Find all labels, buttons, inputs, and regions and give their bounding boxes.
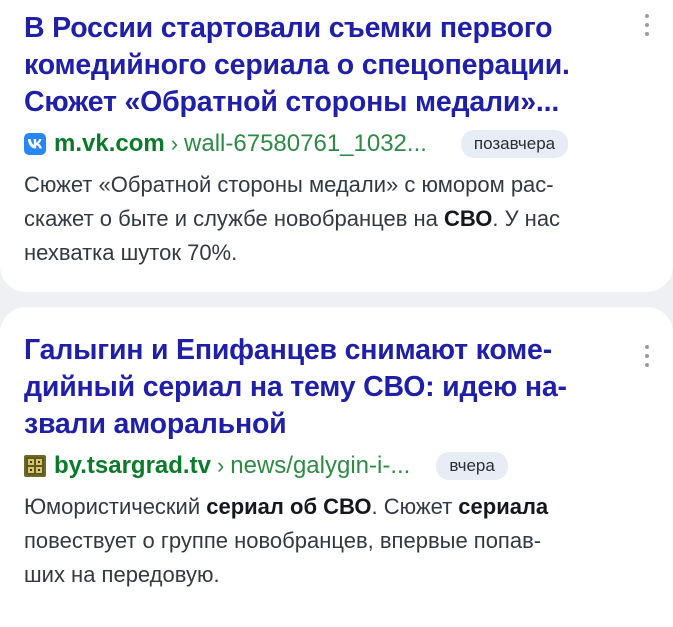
result-title-line: звали аморальной	[24, 408, 287, 440]
result-url-path[interactable]: news/galygin-i-...	[230, 452, 410, 480]
tsargrad-logo-icon	[24, 455, 46, 477]
result-domain-link[interactable]: by.tsargrad.tv	[54, 452, 211, 480]
date-badge: вчера	[436, 452, 508, 480]
more-options-icon[interactable]	[643, 345, 651, 367]
snippet-highlight: сериал об СВО	[206, 494, 372, 519]
more-options-icon[interactable]	[643, 14, 651, 36]
result-title-link[interactable]: В России стартовали съемки первого комед…	[24, 10, 605, 121]
result-title-line: В России стартовали съемки первого	[24, 12, 553, 44]
result-source: by.tsargrad.tv › news/galygin-i-... вчер…	[24, 449, 605, 483]
result-source: m.vk.com › wall-67580761_1032... позавче…	[24, 127, 605, 161]
result-domain-link[interactable]: m.vk.com	[54, 130, 165, 158]
snippet-text: . Сюжет	[371, 494, 459, 519]
result-title-line: о спецоперации.	[329, 49, 570, 81]
snippet-text: повествует о группе новобранцев, впервые…	[24, 528, 542, 553]
result-title-line: дийный	[24, 371, 143, 403]
result-title-line: Галыгин и Епифанцев снимают коме-	[24, 334, 552, 366]
snippet-text: ших на передовую.	[24, 562, 220, 587]
result-title-link[interactable]: Галыгин и Епифанцев снимают коме- дийный…	[24, 332, 605, 443]
snippet-text: Сюжет «Обратной стороны медали» с юмором…	[24, 172, 554, 197]
result-snippet: Сюжет «Обратной стороны медали» с юмором…	[24, 168, 614, 270]
snippet-text: нехватка шуток 70%.	[24, 240, 238, 265]
search-result-card: Галыгин и Епифанцев снимают коме- дийный…	[0, 307, 673, 627]
result-snippet: Юмористический сериал об СВО. Сюжет сери…	[24, 490, 614, 592]
snippet-text: . У нас	[492, 206, 561, 231]
result-title-highlight: сериала	[214, 49, 330, 81]
search-result-card: В России стартовали съемки первого комед…	[0, 0, 673, 292]
result-title-line: Сюжет «Обратной стороны медали»...	[24, 86, 560, 118]
result-title-line: на тему СВО: идею на-	[242, 371, 567, 403]
breadcrumb-separator: ›	[170, 131, 179, 156]
date-badge: позавчера	[460, 130, 569, 158]
result-url-path[interactable]: wall-67580761_1032...	[184, 130, 427, 158]
result-title-line: комедийного	[24, 49, 215, 81]
snippet-text: скажет о быте и службе новобранцев на	[24, 206, 445, 231]
breadcrumb-separator: ›	[216, 453, 225, 478]
snippet-highlight: сериала	[458, 494, 549, 519]
snippet-highlight: СВО	[444, 206, 493, 231]
vk-logo-icon	[24, 133, 46, 155]
snippet-text: Юмористический	[24, 494, 207, 519]
result-title-highlight: сериал	[142, 371, 243, 403]
